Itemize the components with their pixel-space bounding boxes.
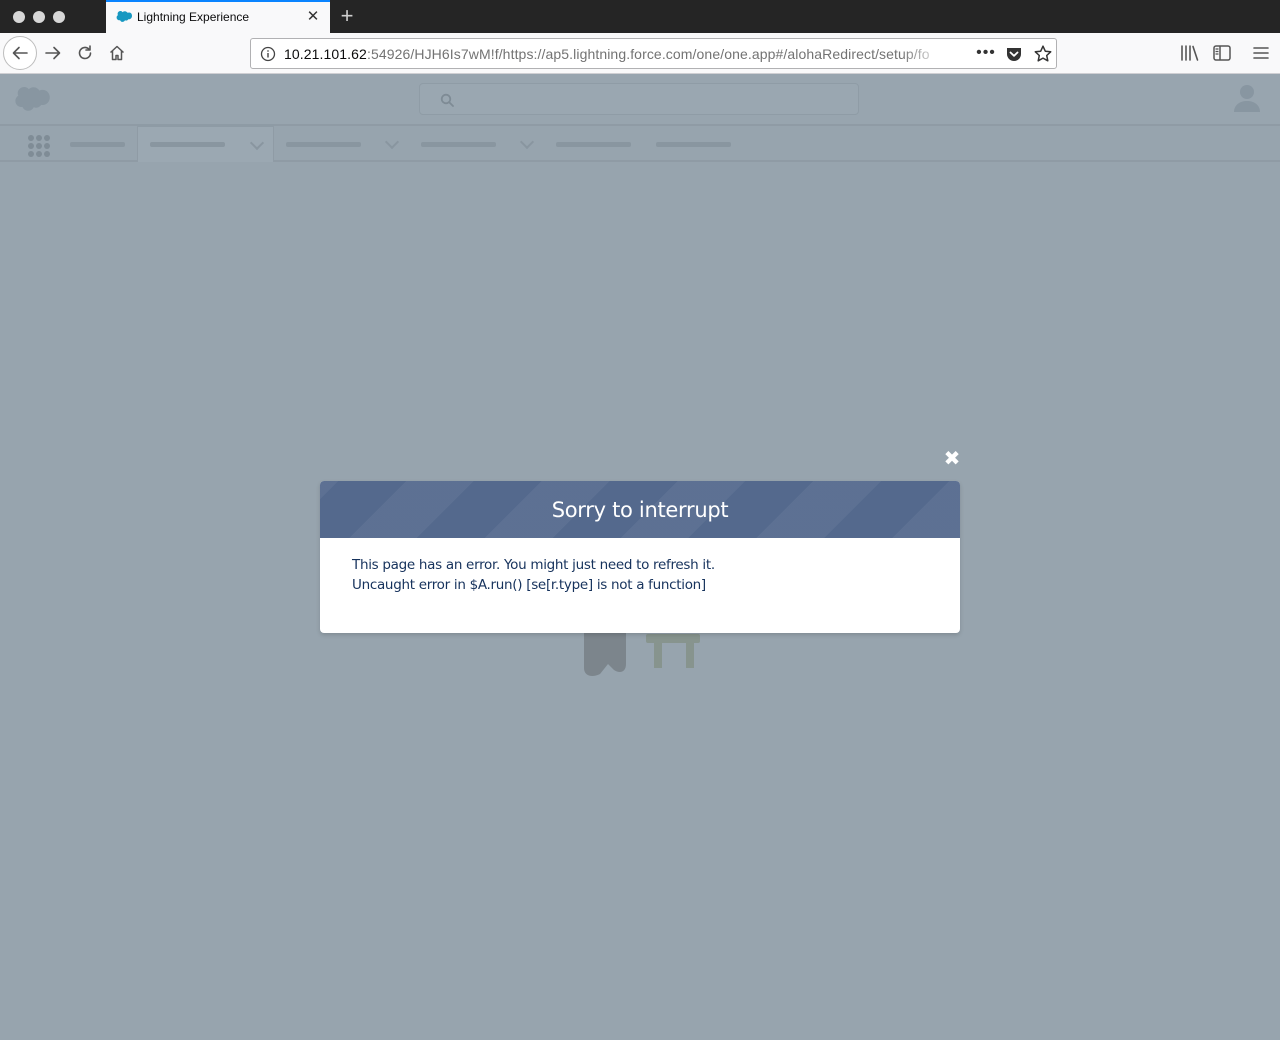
tab-close-icon[interactable]: ✕ — [304, 8, 322, 26]
salesforce-app-navigation — [0, 124, 1280, 162]
nav-tab-label-placeholder — [556, 142, 631, 147]
app-name-placeholder — [70, 142, 125, 147]
error-detail: Uncaught error in $A.run() [se[r.type] i… — [352, 577, 706, 593]
modal-body: This page has an error. You might just n… — [320, 538, 960, 595]
url-path: :54926/HJH6Is7wM!f/https://ap5.lightning… — [366, 46, 930, 62]
back-arrow-icon — [12, 46, 28, 60]
url-fade — [901, 40, 946, 67]
global-search-input — [419, 83, 859, 115]
chevron-down-icon — [249, 135, 265, 151]
menu-icon[interactable] — [1251, 44, 1271, 62]
star-icon[interactable] — [1033, 44, 1053, 64]
modal-header: Sorry to interrupt — [320, 481, 960, 538]
library-icon[interactable] — [1179, 43, 1201, 63]
window-minimize-button[interactable] — [33, 11, 45, 23]
url-bar[interactable]: 10.21.101.62:54926/HJH6Is7wM!f/https://a… — [250, 38, 1057, 69]
window-zoom-button[interactable] — [53, 11, 65, 23]
forward-button[interactable] — [37, 37, 69, 69]
browser-navbar: 10.21.101.62:54926/HJH6Is7wM!f/https://a… — [0, 33, 1280, 74]
modal-title: Sorry to interrupt — [551, 497, 729, 522]
modal-close-icon[interactable]: ✖ — [943, 449, 961, 469]
url-host: 10.21.101.62 — [284, 46, 367, 62]
nav-tab-label-placeholder — [656, 142, 731, 147]
pocket-icon[interactable] — [1005, 45, 1023, 63]
home-icon — [109, 45, 125, 61]
nav-tab-label-placeholder — [421, 142, 496, 147]
new-tab-button[interactable]: + — [336, 4, 358, 28]
sidebar-icon[interactable] — [1212, 44, 1232, 62]
tab-title: Lightning Experience — [137, 10, 250, 24]
avatar-icon — [1234, 85, 1260, 112]
browser-titlebar: Lightning Experience ✕ + — [0, 0, 1280, 33]
nav-tab-label-placeholder — [286, 142, 361, 147]
salesforce-cloud-icon — [15, 87, 50, 111]
forward-arrow-icon — [45, 46, 61, 60]
browser-tab[interactable]: Lightning Experience ✕ — [106, 0, 330, 33]
page-actions-button[interactable]: ••• — [975, 43, 997, 65]
url-text[interactable]: 10.21.101.62:54926/HJH6Is7wM!f/https://a… — [284, 46, 944, 62]
error-message: This page has an error. You might just n… — [352, 557, 715, 573]
salesforce-cloud-icon — [116, 11, 132, 22]
app-launcher-icon — [28, 135, 50, 157]
nav-tab-active-placeholder — [137, 124, 274, 162]
search-icon — [440, 93, 454, 107]
back-button[interactable] — [3, 36, 37, 70]
chevron-down-icon — [519, 134, 535, 150]
chevron-down-icon — [384, 134, 400, 150]
window-close-button[interactable] — [13, 11, 25, 23]
nav-tab-label-placeholder — [150, 142, 225, 147]
info-icon[interactable] — [260, 46, 276, 62]
home-button[interactable] — [101, 37, 133, 69]
error-modal: Sorry to interrupt This page has an erro… — [320, 481, 960, 633]
reload-icon — [78, 45, 92, 60]
salesforce-global-header — [0, 74, 1280, 124]
reload-button[interactable] — [69, 37, 101, 69]
